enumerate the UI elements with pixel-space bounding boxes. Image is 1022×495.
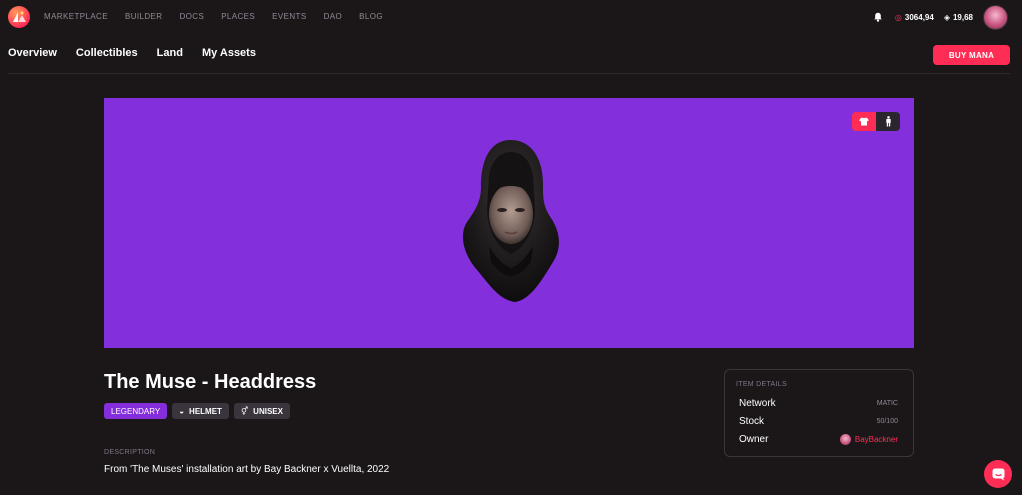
owner-row: Owner BayBackner (739, 434, 898, 445)
toplink-events[interactable]: EVENTS (272, 12, 306, 21)
top-links: MARKETPLACE BUILDER DOCS PLACES EVENTS D… (44, 12, 400, 21)
bell-icon[interactable] (873, 12, 883, 22)
person-icon (885, 116, 891, 127)
owner-link[interactable]: BayBackner (839, 434, 898, 445)
top-navbar: MARKETPLACE BUILDER DOCS PLACES EVENTS D… (0, 0, 1022, 34)
matic-icon: ◈ (943, 12, 950, 22)
stock-value: 50/100 (876, 418, 898, 425)
user-avatar[interactable] (983, 4, 1008, 30)
avatar-view-button[interactable] (876, 112, 900, 131)
helmet-icon: ◒ (179, 406, 185, 416)
stock-label: Stock (739, 416, 765, 427)
toplink-builder[interactable]: BUILDER (125, 12, 162, 21)
decentraland-logo[interactable] (8, 6, 30, 28)
item-details-header: ITEM DETAILS (736, 381, 787, 388)
network-label: Network (739, 398, 776, 409)
toplink-dao[interactable]: DAO (324, 12, 343, 21)
rarity-badge[interactable]: LEGENDARY (104, 403, 168, 419)
tab-my-assets[interactable]: My Assets (202, 47, 256, 59)
toplink-marketplace[interactable]: MARKETPLACE (44, 12, 108, 21)
rarity-label: LEGENDARY (111, 406, 161, 416)
item-details-card: ITEM DETAILS Network MATIC Stock 50/100 … (724, 369, 914, 457)
mana-icon: ◎ (894, 12, 902, 22)
preview-mode-toggle (852, 112, 900, 131)
mana-balance-value: 3064,94 (904, 12, 934, 22)
chat-icon (992, 468, 1004, 480)
nav-divider (8, 73, 1010, 74)
owner-name: BayBackner (854, 435, 898, 444)
unisex-icon: ⚥ (240, 406, 249, 416)
owner-avatar (839, 434, 851, 445)
description-label: DESCRIPTION (104, 449, 156, 456)
owner-label: Owner (739, 434, 769, 445)
matic-balance-value: 19,68 (952, 12, 973, 22)
marketplace-tabs: Overview Collectibles Land My Assets (8, 47, 275, 59)
user-menu-area: ◎ 3064,94 ◈ 19,68 (873, 4, 1008, 30)
network-row: Network MATIC (739, 398, 898, 409)
item-description: From 'The Muses' installation art by Bay… (104, 464, 390, 475)
shirt-icon (859, 117, 869, 126)
category-badge[interactable]: ◒ HELMET (172, 403, 229, 419)
category-label: HELMET (189, 406, 222, 416)
buy-mana-button[interactable]: BUY MANA (933, 45, 1010, 65)
item-title: The Muse - Headdress (104, 371, 317, 393)
network-value: MATIC (876, 400, 898, 407)
tab-land[interactable]: Land (157, 47, 183, 59)
toplink-docs[interactable]: DOCS (179, 12, 204, 21)
headdress-3d-model (462, 140, 559, 302)
tab-overview[interactable]: Overview (8, 47, 57, 59)
gender-label: UNISEX (253, 406, 283, 416)
stock-row: Stock 50/100 (739, 416, 898, 427)
toplink-places[interactable]: PLACES (221, 12, 255, 21)
tab-collectibles[interactable]: Collectibles (76, 47, 138, 59)
wearable-view-button[interactable] (852, 112, 876, 131)
item-badges: LEGENDARY ◒ HELMET ⚥ UNISEX (104, 403, 295, 419)
toplink-blog[interactable]: BLOG (359, 12, 383, 21)
mana-balance[interactable]: ◎ 3064,94 (895, 13, 934, 22)
matic-balance[interactable]: ◈ 19,68 (944, 13, 973, 22)
support-chat-button[interactable] (984, 460, 1012, 488)
gender-badge[interactable]: ⚥ UNISEX (233, 403, 290, 419)
item-preview[interactable] (104, 98, 914, 348)
